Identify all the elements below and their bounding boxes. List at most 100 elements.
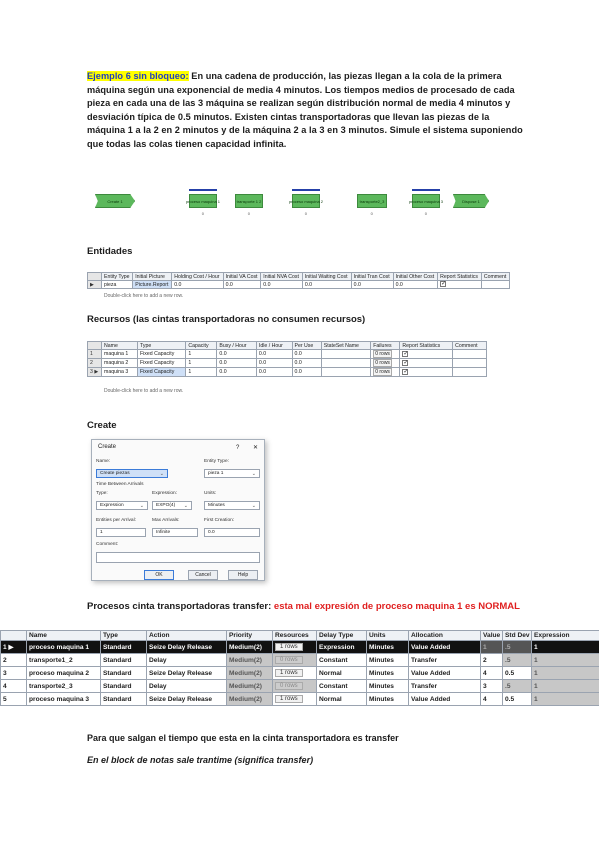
- cell[interactable]: 0.0: [255, 358, 293, 368]
- flow-block-proceso-maquina-3[interactable]: proceso maquina 3 0: [409, 189, 443, 216]
- entities-per-arrival-field[interactable]: 1: [96, 528, 146, 537]
- cell[interactable]: Fixed Capacity: [136, 349, 187, 359]
- cell[interactable]: [480, 280, 511, 289]
- cell[interactable]: Standard: [100, 679, 147, 693]
- table-row[interactable]: ▶ pieza Picture.Report 0.0 0.0 0.0 0.0 0…: [87, 280, 511, 289]
- row-selector-arrow[interactable]: ▶: [87, 280, 102, 289]
- first-creation-field[interactable]: 0.0: [204, 528, 260, 537]
- cell[interactable]: Value Added: [408, 692, 481, 706]
- cell[interactable]: Delay: [146, 679, 227, 693]
- cell[interactable]: Medium(2): [226, 692, 273, 706]
- cell[interactable]: 0.5: [502, 692, 532, 706]
- cell[interactable]: .5: [502, 653, 532, 667]
- failures-cell[interactable]: 0 rows: [370, 367, 401, 377]
- cell[interactable]: 1: [531, 692, 599, 706]
- cell[interactable]: Seize Delay Release: [146, 666, 227, 680]
- cell[interactable]: 0.0: [291, 358, 322, 368]
- table-row[interactable]: 2 transporte1_2 Standard Delay Medium(2)…: [0, 653, 599, 667]
- cell[interactable]: transporte1_2: [26, 653, 101, 667]
- comment-field[interactable]: [96, 552, 260, 563]
- checkbox[interactable]: [402, 369, 408, 375]
- resources-cell[interactable]: 1 rows: [272, 640, 317, 654]
- table-row[interactable]: 1 ▶ proceso maquina 1 Standard Seize Del…: [0, 640, 599, 654]
- cell[interactable]: Minutes: [366, 692, 409, 706]
- report-statistics-cell[interactable]: [399, 358, 454, 368]
- cell[interactable]: 0.0: [392, 280, 439, 289]
- resources-rows-button[interactable]: 0 rows: [275, 682, 303, 690]
- cell[interactable]: Standard: [100, 653, 147, 667]
- cell[interactable]: pieza: [100, 280, 134, 289]
- cell[interactable]: Seize Delay Release: [146, 692, 227, 706]
- cell[interactable]: 0.0: [216, 349, 257, 359]
- report-statistics-cell[interactable]: [399, 367, 454, 377]
- checkbox[interactable]: [440, 281, 446, 288]
- cell[interactable]: 1: [480, 640, 503, 654]
- cell[interactable]: Normal: [316, 692, 367, 706]
- cell[interactable]: Medium(2): [226, 640, 273, 654]
- cell[interactable]: 0.0: [301, 280, 352, 289]
- ok-button[interactable]: OK: [144, 570, 174, 580]
- flow-block-transporte-1-2[interactable]: transporte 1 2 0: [235, 194, 263, 216]
- cell[interactable]: Standard: [100, 640, 147, 654]
- cell[interactable]: maquina 3: [101, 367, 138, 377]
- cell[interactable]: 3: [480, 679, 503, 693]
- cell[interactable]: 1: [531, 666, 599, 680]
- cell[interactable]: Constant: [316, 653, 367, 667]
- flow-block-create[interactable]: Create 1 0: [95, 194, 135, 208]
- cell[interactable]: 0.0: [222, 280, 262, 289]
- name-field[interactable]: Create piezas ⌄: [96, 469, 168, 478]
- cell[interactable]: Transfer: [408, 653, 481, 667]
- cell[interactable]: 0.5: [502, 666, 532, 680]
- cell[interactable]: transporte2_3: [26, 679, 101, 693]
- failures-cell[interactable]: 0 rows: [370, 349, 401, 359]
- cell[interactable]: 4: [480, 666, 503, 680]
- cell[interactable]: Standard: [100, 666, 147, 680]
- flow-block-proceso-maquina-1[interactable]: proceso maquina 1 0: [186, 189, 220, 216]
- checkbox[interactable]: [402, 351, 408, 357]
- failures-rows-button[interactable]: 0 rows: [373, 359, 392, 367]
- failures-rows-button[interactable]: 0 rows: [373, 368, 392, 376]
- cell[interactable]: 1: [185, 349, 218, 359]
- type-select[interactable]: Expression ⌄: [96, 501, 148, 510]
- resources-rows-button[interactable]: 1 rows: [275, 669, 303, 677]
- cell[interactable]: Value Added: [408, 666, 481, 680]
- report-statistics-cell[interactable]: [437, 280, 482, 289]
- expression-field[interactable]: EXPO(4) ⌄: [152, 501, 192, 510]
- help-button[interactable]: Help: [228, 570, 258, 580]
- cell[interactable]: Standard: [100, 692, 147, 706]
- resources-rows-button[interactable]: 0 rows: [275, 656, 303, 664]
- table-row[interactable]: 5 proceso maquina 3 Standard Seize Delay…: [0, 692, 599, 706]
- cell[interactable]: maquina 2: [101, 358, 138, 368]
- cell[interactable]: proceso maquina 2: [26, 666, 101, 680]
- cell[interactable]: Minutes: [366, 653, 409, 667]
- cell[interactable]: Normal: [316, 666, 367, 680]
- cell[interactable]: Value Added: [408, 640, 481, 654]
- cell[interactable]: Fixed Capacity: [136, 367, 187, 377]
- cell[interactable]: Seize Delay Release: [146, 640, 227, 654]
- cell[interactable]: 2: [480, 653, 503, 667]
- cell[interactable]: 1: [185, 358, 218, 368]
- cell[interactable]: [320, 358, 372, 368]
- flow-block-proceso-maquina-2[interactable]: proceso maquina 2 0: [289, 189, 323, 216]
- cell[interactable]: 1: [185, 367, 218, 377]
- cell[interactable]: [452, 349, 487, 359]
- cell[interactable]: Minutes: [366, 666, 409, 680]
- cell[interactable]: Medium(2): [226, 679, 273, 693]
- cell[interactable]: [452, 367, 487, 377]
- units-select[interactable]: Minutes ⌄: [204, 501, 260, 510]
- cell[interactable]: [452, 358, 487, 368]
- failures-cell[interactable]: 0 rows: [370, 358, 401, 368]
- cell[interactable]: .5: [502, 640, 532, 654]
- cell[interactable]: 0.0: [255, 367, 293, 377]
- resources-cell[interactable]: 0 rows: [272, 653, 317, 667]
- cell[interactable]: 0.0: [255, 349, 293, 359]
- cell[interactable]: Constant: [316, 679, 367, 693]
- flow-block-dispose[interactable]: Dispose 1 0: [453, 194, 489, 208]
- cell[interactable]: Fixed Capacity: [136, 358, 187, 368]
- cell[interactable]: Minutes: [366, 640, 409, 654]
- failures-rows-button[interactable]: 0 rows: [373, 350, 392, 358]
- cell[interactable]: 0.0: [216, 367, 257, 377]
- cell[interactable]: Picture.Report: [132, 280, 173, 289]
- cell[interactable]: 0.0: [171, 280, 224, 289]
- cell[interactable]: 1: [531, 653, 599, 667]
